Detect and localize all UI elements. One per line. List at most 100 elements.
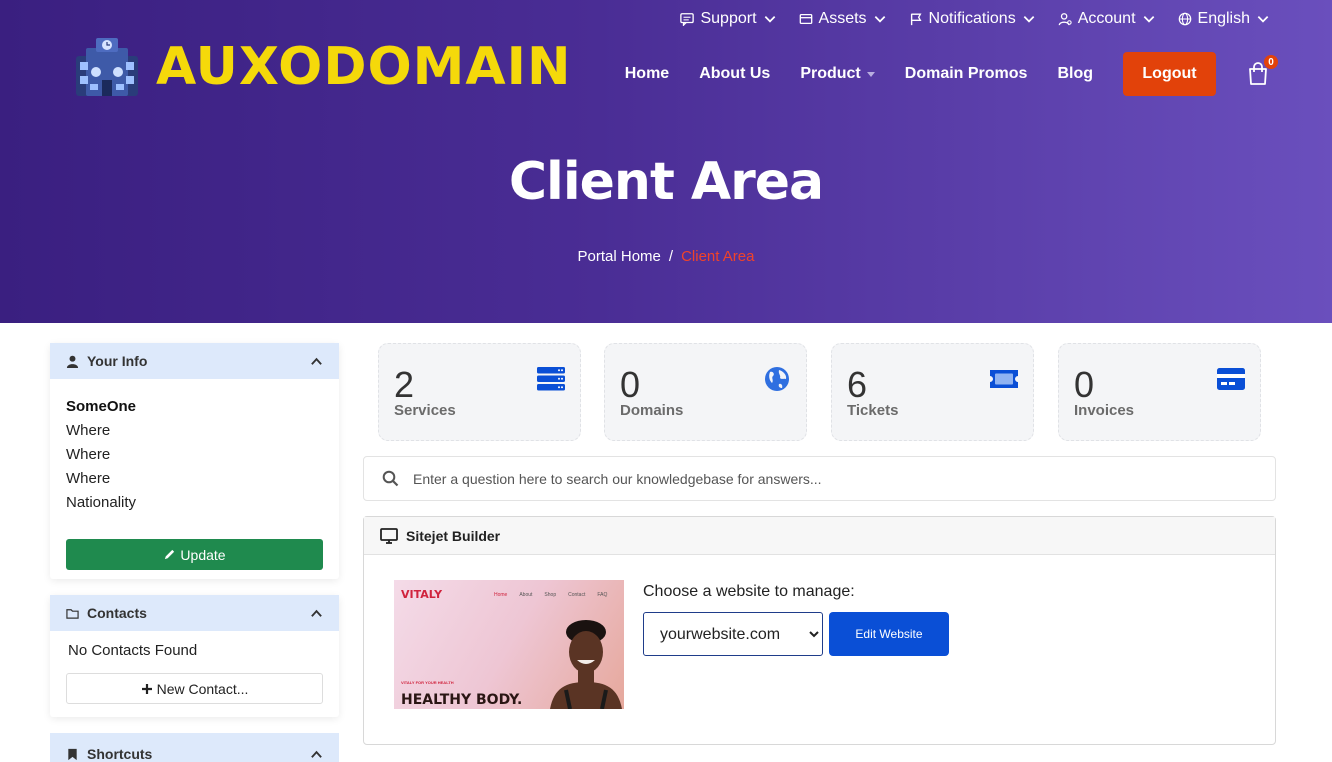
server-icon	[537, 367, 565, 391]
stat-tickets[interactable]: 6 Tickets	[831, 343, 1034, 441]
brand-logo[interactable]: AUXODOMAIN	[72, 36, 572, 98]
box-icon	[799, 13, 812, 25]
website-preview-image[interactable]: VITALY Home About Shop Contact FAQ VITAL…	[394, 580, 624, 709]
chevron-up-icon[interactable]	[310, 748, 323, 761]
stat-services[interactable]: 2 Services	[378, 343, 581, 441]
globe-icon	[1178, 12, 1191, 26]
account-menu[interactable]: Account	[1058, 10, 1156, 28]
caret-down-icon	[866, 71, 875, 77]
shortcuts-title: Shortcuts	[87, 746, 153, 762]
your-info-title: Your Info	[87, 353, 148, 369]
no-contacts-text: No Contacts Found	[68, 642, 198, 659]
preview-menu-item: Home	[494, 592, 508, 598]
stat-number: 2	[394, 364, 415, 405]
language-menu[interactable]: English	[1178, 10, 1270, 28]
edit-website-button[interactable]: Edit Website	[829, 612, 949, 656]
stat-number: 0	[620, 364, 641, 405]
building-logo-icon	[76, 38, 138, 96]
your-info-header[interactable]: Your Info	[50, 343, 339, 379]
chevron-down-icon	[764, 16, 775, 23]
stat-domains[interactable]: 0 Domains	[604, 343, 807, 441]
contacts-panel: Contacts No Contacts Found New Contact..…	[50, 595, 339, 717]
chevron-down-icon	[874, 16, 885, 23]
nav-product[interactable]: Product	[800, 65, 875, 83]
new-contact-label: New Contact...	[156, 680, 249, 697]
website-select[interactable]: yourwebsite.com	[643, 612, 823, 656]
choose-website-label: Choose a website to manage:	[643, 583, 855, 600]
cart-count-badge: 0	[1264, 55, 1278, 69]
kb-search-bar	[363, 456, 1276, 501]
plus-icon	[141, 683, 152, 694]
address-line: Where	[66, 446, 111, 463]
flag-icon	[910, 13, 922, 26]
monitor-icon	[380, 527, 398, 544]
brand-name: AUXODOMAIN	[156, 37, 572, 97]
nationality-line: Nationality	[66, 494, 137, 511]
ticket-icon	[990, 370, 1018, 388]
notifications-label: Notifications	[928, 10, 1016, 27]
cart-button[interactable]: 0	[1246, 55, 1278, 87]
nav-product-label: Product	[800, 65, 861, 82]
stat-invoices[interactable]: 0 Invoices	[1058, 343, 1261, 441]
bookmark-icon	[68, 748, 77, 760]
chevron-up-icon[interactable]	[310, 607, 323, 620]
address-line: Where	[66, 422, 111, 439]
top-utility-bar: Support Assets Notifications Account Eng…	[680, 10, 1270, 28]
stat-label: Invoices	[1074, 402, 1135, 419]
user-icon	[66, 355, 79, 368]
shortcuts-header[interactable]: Shortcuts	[50, 733, 339, 762]
page-title: Client Area	[508, 152, 824, 212]
preview-menu: Home About Shop Contact FAQ	[494, 592, 607, 598]
your-info-panel: Your Info SomeOne Where Where Where Nati…	[50, 343, 339, 579]
header-hero: Support Assets Notifications Account Eng…	[0, 0, 1332, 323]
breadcrumb-home[interactable]: Portal Home	[578, 248, 661, 265]
support-menu[interactable]: Support	[680, 10, 776, 28]
contacts-header[interactable]: Contacts	[50, 595, 339, 631]
breadcrumb: Portal Home / Client Area	[0, 248, 1332, 265]
folder-icon	[66, 608, 79, 619]
assets-menu[interactable]: Assets	[799, 10, 887, 28]
chevron-down-icon	[1257, 16, 1269, 23]
nav-blog[interactable]: Blog	[1057, 65, 1093, 83]
preview-kicker: VITALY FOR YOUR HEALTH	[401, 680, 454, 685]
new-contact-button[interactable]: New Contact...	[66, 673, 323, 704]
stat-label: Services	[394, 402, 456, 419]
preview-person-illustration	[550, 620, 622, 709]
notifications-menu[interactable]: Notifications	[909, 10, 1036, 28]
preview-menu-item: Contact	[568, 592, 586, 598]
logout-button[interactable]: Logout	[1123, 52, 1216, 96]
update-button[interactable]: Update	[66, 539, 323, 570]
nav-domain-promos[interactable]: Domain Promos	[905, 65, 1028, 83]
preview-brand: VITALY	[401, 588, 443, 601]
search-icon	[382, 470, 399, 487]
assets-label: Assets	[818, 10, 867, 27]
account-label: Account	[1077, 10, 1136, 27]
nav-about[interactable]: About Us	[699, 65, 770, 83]
stat-label: Domains	[620, 402, 684, 419]
breadcrumb-current: Client Area	[681, 248, 755, 265]
chat-icon	[680, 13, 695, 26]
preview-menu-item: About	[519, 592, 533, 598]
sitejet-title: Sitejet Builder	[406, 527, 501, 544]
stat-number: 0	[1074, 364, 1095, 405]
chevron-up-icon[interactable]	[310, 355, 323, 368]
credit-card-icon	[1217, 368, 1245, 390]
stat-label: Tickets	[847, 402, 899, 419]
sitejet-card: Sitejet Builder VITALY Home About Shop C…	[363, 516, 1276, 745]
preview-menu-item: Shop	[544, 592, 557, 598]
shortcuts-panel: Shortcuts	[50, 733, 339, 762]
client-name: SomeOne	[66, 398, 137, 415]
address-line: Where	[66, 470, 111, 487]
globe-icon	[765, 367, 789, 391]
sitejet-header: Sitejet Builder	[364, 517, 1275, 555]
kb-search-input[interactable]	[413, 470, 1233, 487]
contacts-title: Contacts	[87, 605, 147, 621]
pencil-icon	[165, 549, 175, 560]
nav-home[interactable]: Home	[625, 65, 669, 83]
chevron-down-icon	[1023, 16, 1034, 23]
support-label: Support	[700, 10, 757, 27]
breadcrumb-separator: /	[668, 248, 674, 265]
user-gear-icon	[1058, 13, 1072, 26]
stat-number: 6	[847, 364, 868, 405]
chevron-down-icon	[1143, 16, 1154, 23]
